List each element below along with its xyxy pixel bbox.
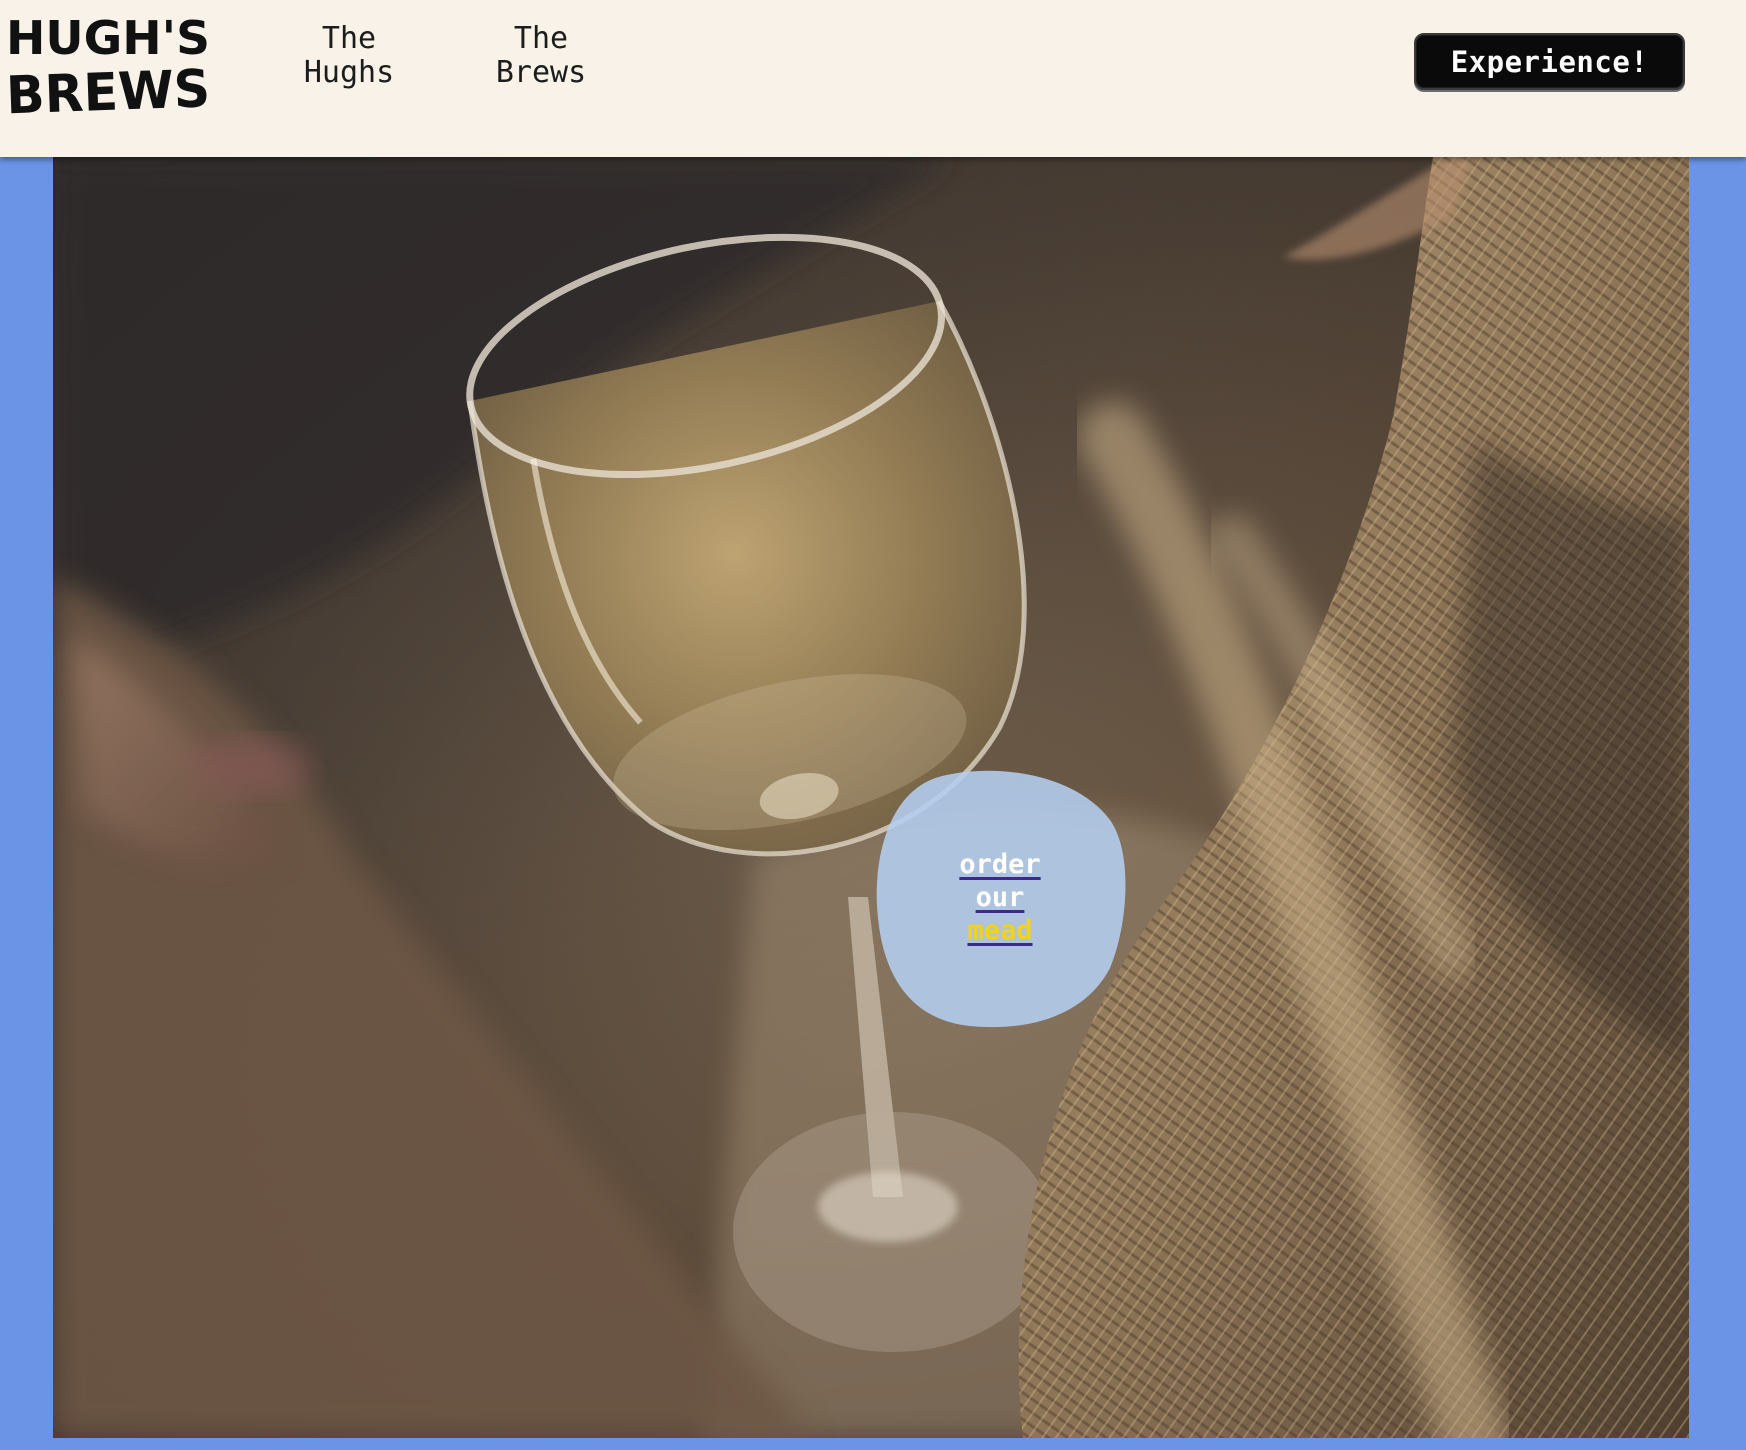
nav-link-the-brews[interactable]: The Brews bbox=[471, 22, 611, 90]
order-word[interactable]: order bbox=[959, 848, 1040, 881]
order-mead-blob[interactable]: order our mead bbox=[872, 768, 1128, 1030]
logo-line-1: HUGH'S bbox=[6, 11, 210, 65]
our-word[interactable]: our bbox=[976, 881, 1025, 914]
order-mead-link[interactable]: order our mead bbox=[872, 848, 1128, 947]
nav-link-the-hughs[interactable]: The Hughs bbox=[279, 22, 419, 90]
logo-line-2: BREWS bbox=[5, 59, 211, 115]
hero-image bbox=[53, 157, 1689, 1438]
site-header: HUGH'S BREWS The Hughs The Brews Experie… bbox=[0, 0, 1746, 157]
experience-button[interactable]: Experience! bbox=[1414, 33, 1685, 90]
hughs-brews-logo[interactable]: HUGH'S BREWS bbox=[4, 10, 214, 115]
wine-glass-photo bbox=[53, 157, 1689, 1438]
mead-word[interactable]: mead bbox=[967, 914, 1032, 947]
